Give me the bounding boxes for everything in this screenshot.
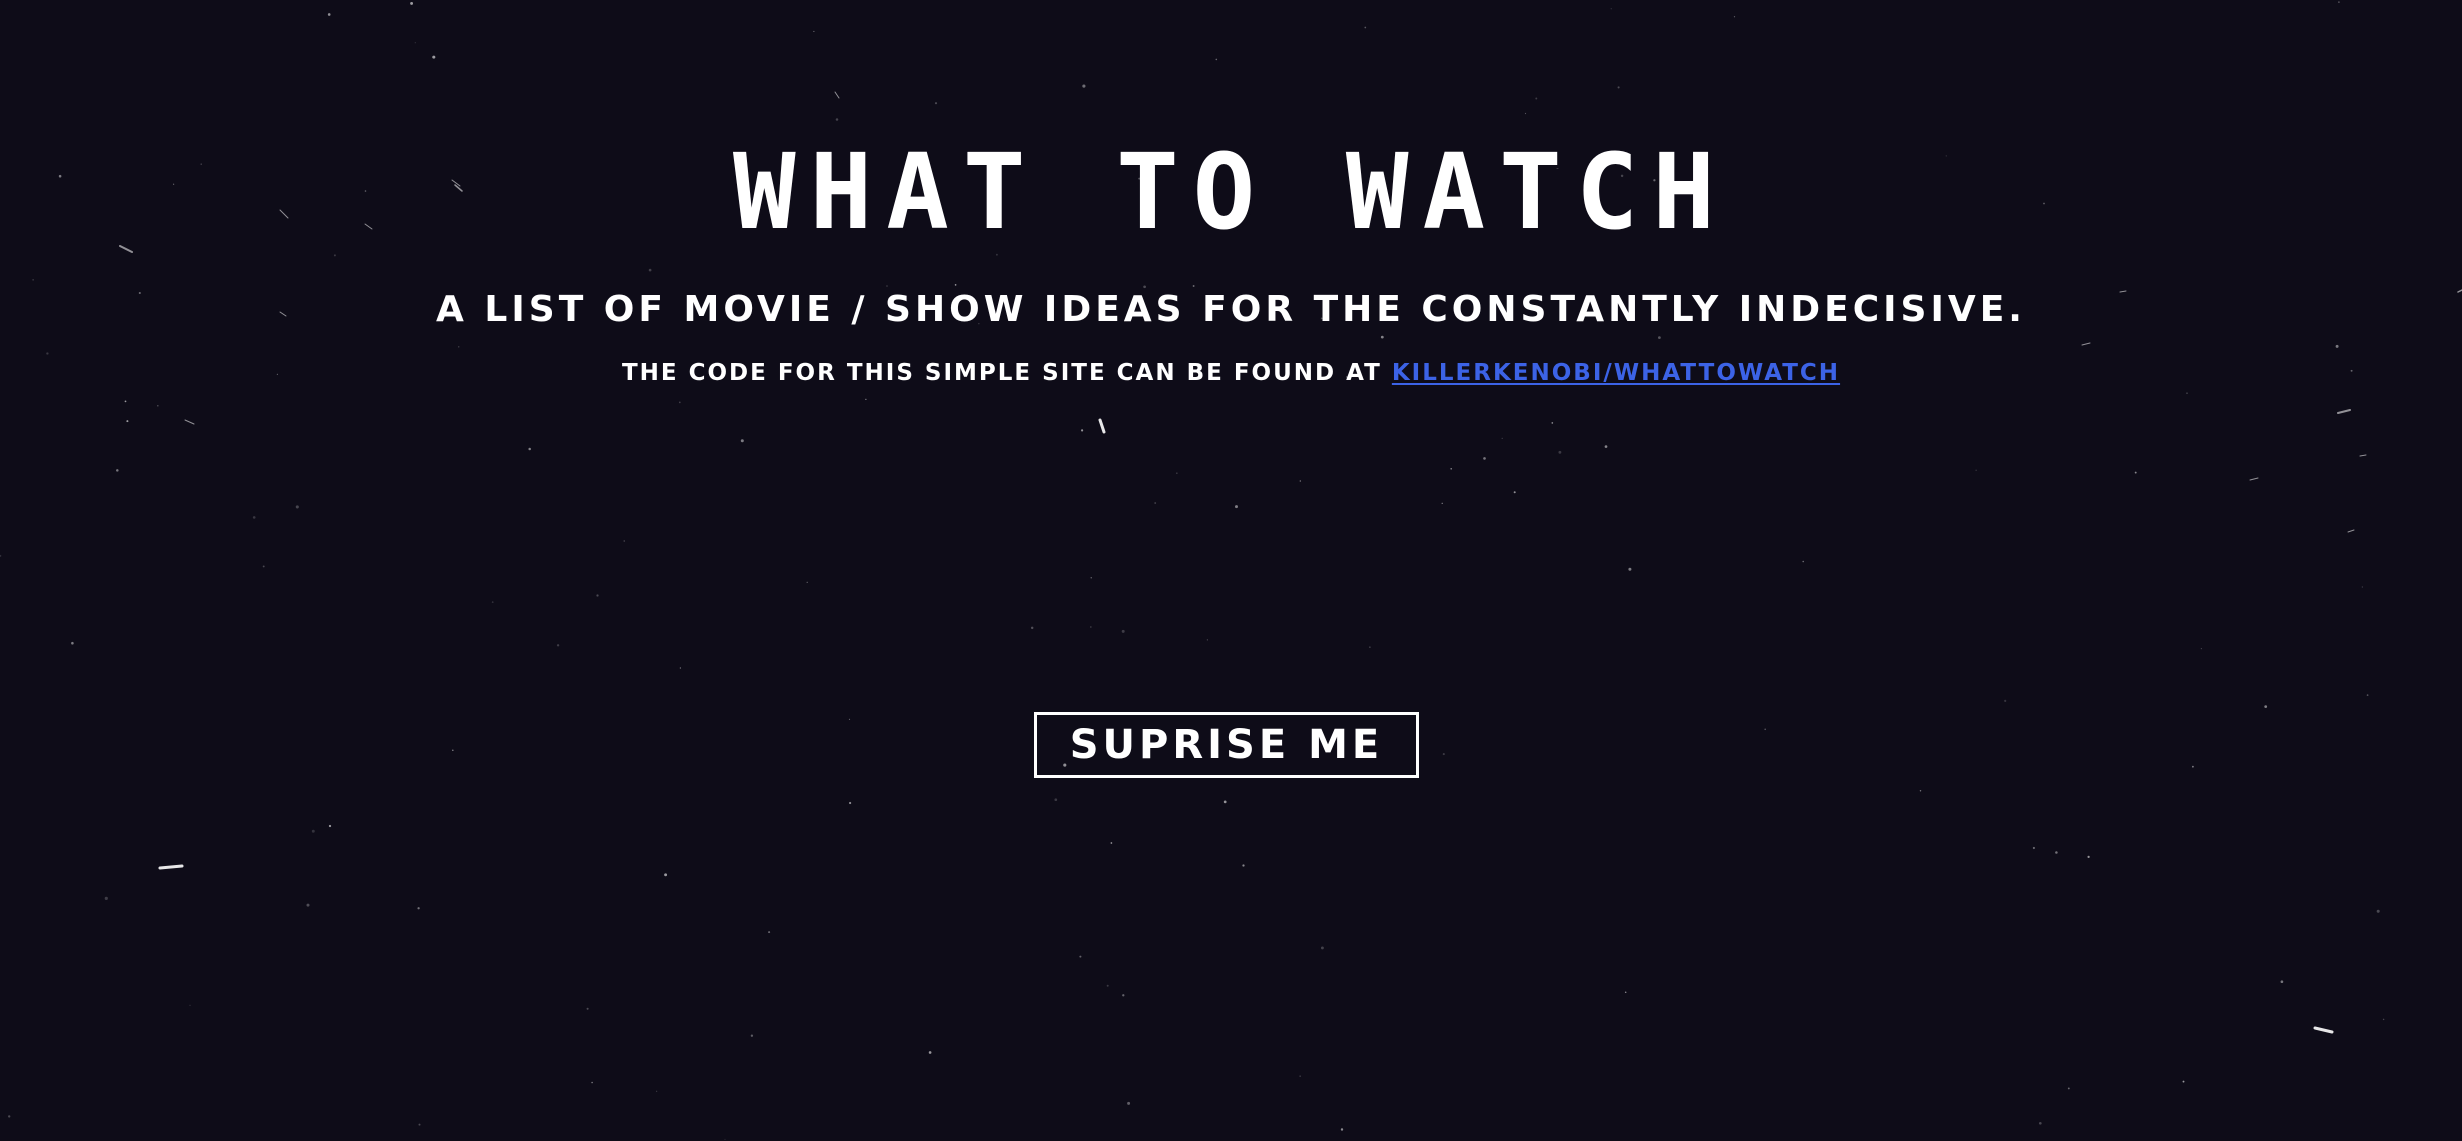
page-subtitle: A LIST OF MOVIE / SHOW IDEAS FOR THE CON… bbox=[436, 289, 2026, 330]
source-code-text: THE CODE FOR THIS SIMPLE SITE CAN BE FOU… bbox=[621, 360, 1382, 386]
surprise-me-button[interactable]: SUPRISE ME bbox=[1034, 712, 1419, 778]
page-title: WHAT TO WATCH bbox=[733, 131, 1729, 253]
source-code-line: THE CODE FOR THIS SIMPLE SITE CAN BE FOU… bbox=[0, 356, 2462, 390]
main-content: WHAT TO WATCH A LIST OF MOVIE / SHOW IDE… bbox=[0, 0, 2462, 1141]
repo-link[interactable]: KILLERKENOBI/WHATTOWATCH bbox=[1392, 360, 1840, 386]
